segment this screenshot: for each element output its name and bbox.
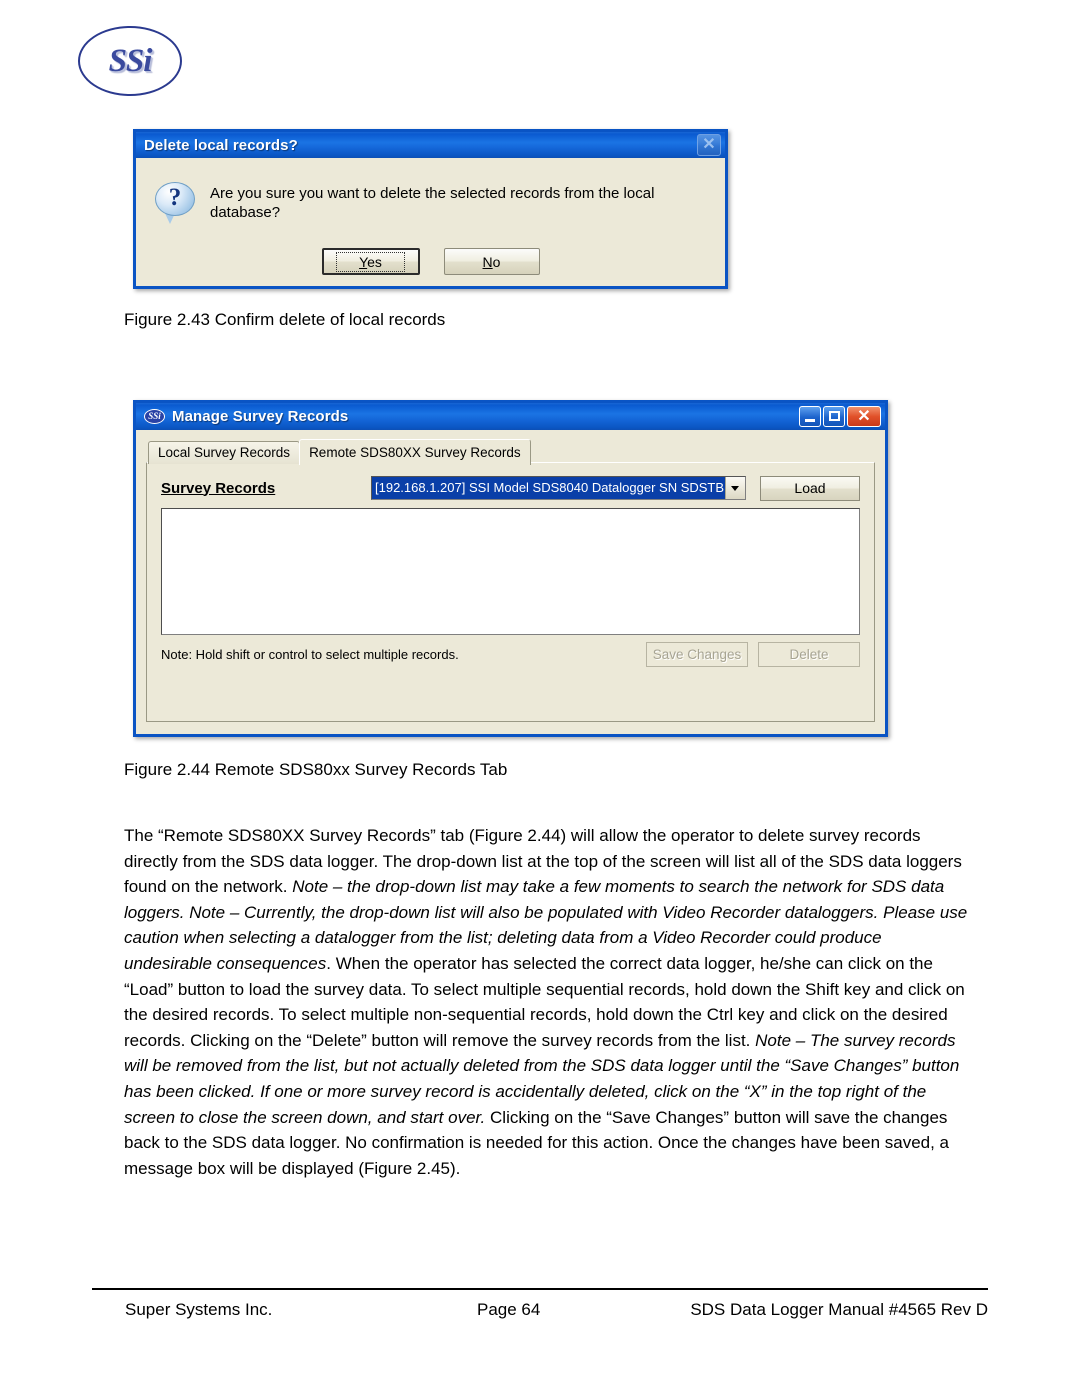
tab-local-survey-records[interactable]: Local Survey Records	[148, 441, 301, 464]
question-mark-glyph: ?	[168, 184, 182, 211]
dialog-message-row: ? Are you sure you want to delete the se…	[138, 160, 723, 224]
load-button[interactable]: Load	[760, 475, 860, 501]
window-title: Manage Survey Records	[172, 408, 349, 425]
figure-caption-244: Figure 2.44 Remote SDS80xx Survey Record…	[124, 760, 508, 779]
footer-manual-reference: SDS Data Logger Manual #4565 Rev D	[690, 1300, 988, 1319]
dialog-title: Delete local records?	[144, 136, 298, 154]
close-button[interactable]: ✕	[847, 406, 881, 427]
tabstrip: Local Survey Records Remote SDS80XX Surv…	[148, 438, 875, 465]
delete-button[interactable]: Delete	[758, 642, 860, 667]
footer-company: Super Systems Inc.	[125, 1300, 273, 1319]
pane-top-row: Survey Records [192.168.1.207] SSI Model…	[161, 475, 860, 501]
ssi-logo: SSi	[78, 26, 186, 100]
ssi-app-icon: SSi	[144, 409, 165, 424]
dialog-body: ? Are you sure you want to delete the se…	[136, 158, 725, 286]
yes-button-focus-ring: Yes	[336, 251, 405, 272]
dialog-titlebar: Delete local records? ✕	[133, 129, 728, 158]
survey-records-listbox[interactable]	[161, 508, 860, 635]
survey-records-label: Survey Records	[161, 479, 276, 497]
figure-caption-243: Figure 2.43 Confirm delete of local reco…	[124, 310, 446, 329]
remote-survey-records-pane: Survey Records [192.168.1.207] SSI Model…	[146, 462, 875, 722]
logo-text: SSi	[108, 43, 153, 79]
delete-local-records-dialog: Delete local records? ✕ ? Are you sure y…	[133, 129, 728, 289]
dialog-button-row: Yes No	[138, 248, 723, 275]
maximize-icon	[829, 411, 840, 421]
tab-remote-label: Remote SDS80XX Survey Records	[309, 445, 521, 460]
datalogger-dropdown[interactable]: [192.168.1.207] SSI Model SDS8040 Datalo…	[371, 476, 746, 500]
close-icon: ✕	[857, 408, 871, 425]
footer-divider	[92, 1288, 988, 1290]
yes-accelerator: Y	[359, 253, 368, 270]
maximize-button[interactable]	[823, 406, 845, 427]
close-glyph: ✕	[702, 136, 716, 153]
chevron-down-icon[interactable]	[725, 477, 745, 499]
multi-select-note: Note: Hold shift or control to select mu…	[161, 647, 459, 662]
window-controls: ✕	[799, 406, 881, 427]
minimize-button[interactable]	[799, 406, 821, 427]
no-button[interactable]: No	[443, 248, 540, 275]
minimize-icon	[805, 419, 815, 422]
manage-survey-records-window: SSi Manage Survey Records ✕ Local Survey…	[133, 400, 888, 737]
yes-button[interactable]: Yes	[321, 248, 420, 275]
footer-page-number: Page 64	[477, 1300, 541, 1319]
window-titlebar: SSi Manage Survey Records ✕	[133, 400, 888, 430]
page-footer: Super Systems Inc. Page 64 SDS Data Logg…	[92, 1300, 988, 1330]
datalogger-dropdown-value: [192.168.1.207] SSI Model SDS8040 Datalo…	[372, 477, 725, 499]
question-icon: ?	[154, 182, 196, 224]
close-icon[interactable]: ✕	[697, 134, 721, 156]
save-changes-button[interactable]: Save Changes	[646, 642, 748, 667]
tab-local-label: Local Survey Records	[158, 445, 291, 460]
no-button-label: No	[482, 253, 501, 270]
pane-bottom-row: Note: Hold shift or control to select mu…	[161, 642, 860, 667]
dialog-message: Are you sure you want to delete the sele…	[210, 184, 655, 222]
no-accelerator: N	[482, 253, 493, 270]
body-paragraph: The “Remote SDS80XX Survey Records” tab …	[124, 823, 969, 1181]
tab-remote-survey-records[interactable]: Remote SDS80XX Survey Records	[299, 439, 531, 465]
